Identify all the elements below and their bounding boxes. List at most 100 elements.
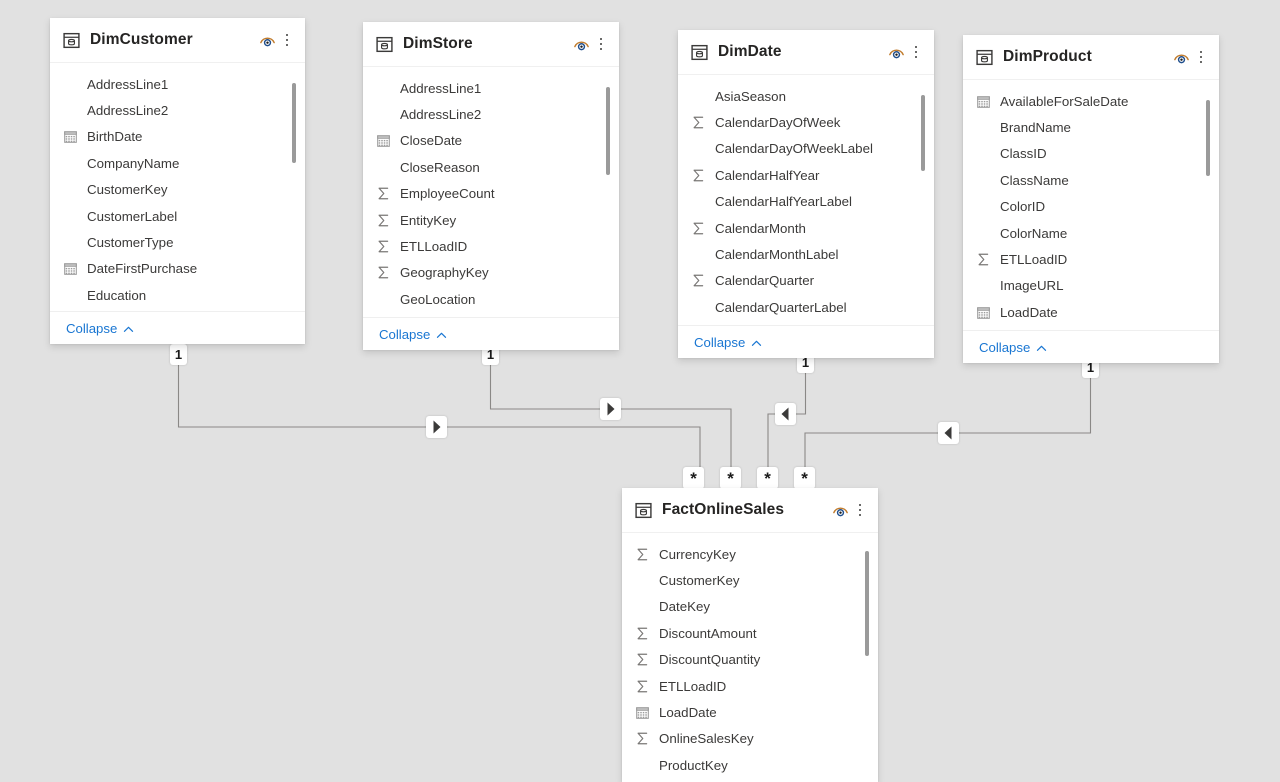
field-row[interactable]: EntityKey xyxy=(363,207,619,233)
field-list[interactable]: AsiaSeason CalendarDayOfWeek CalendarDayO… xyxy=(678,75,934,325)
table-card-header[interactable]: DimDate xyxy=(678,30,934,75)
field-row[interactable]: CalendarHalfYearLabel xyxy=(678,189,934,215)
field-row[interactable]: CustomerKey xyxy=(622,567,878,593)
field-list-scrollbar[interactable] xyxy=(921,95,925,171)
table-card-factonlinesales[interactable]: FactOnlineSales CurrencyKey CustomerKey Da… xyxy=(622,488,878,782)
table-card-header[interactable]: FactOnlineSales xyxy=(622,488,878,533)
field-row[interactable]: DateFirstPurchase xyxy=(50,256,305,282)
more-options-icon[interactable] xyxy=(852,501,868,520)
field-row[interactable]: OnlineSalesKey xyxy=(622,726,878,752)
cardinality-many-badge: * xyxy=(683,467,704,489)
field-list-scrollbar[interactable] xyxy=(292,83,296,163)
field-row[interactable]: GeoLocation xyxy=(363,286,619,312)
field-row[interactable]: AddressLine2 xyxy=(363,101,619,127)
field-row[interactable]: LoadDate xyxy=(963,299,1219,325)
field-row[interactable]: ClassID xyxy=(963,141,1219,167)
field-row[interactable]: DiscountQuantity xyxy=(622,647,878,673)
table-card-header[interactable]: DimProduct xyxy=(963,35,1219,80)
table-card-header[interactable]: DimStore xyxy=(363,22,619,67)
field-row[interactable]: CalendarDayOfWeekLabel xyxy=(678,136,934,162)
field-row[interactable]: ColorID xyxy=(963,194,1219,220)
field-row[interactable]: ImageURL xyxy=(963,273,1219,299)
model-view-canvas[interactable]: 1 * 1 * 1 * 1 * DimCustomer AddressLine1 Address… xyxy=(0,0,1280,782)
collapse-button[interactable]: Collapse xyxy=(979,340,1047,355)
table-card-dimproduct[interactable]: DimProduct AvailableForSaleDate BrandName… xyxy=(963,35,1219,363)
more-options-icon[interactable] xyxy=(908,43,924,62)
field-row[interactable]: CustomerLabel xyxy=(50,203,305,229)
field-row[interactable]: AvailableForSaleDate xyxy=(963,88,1219,114)
field-name: CustomerType xyxy=(87,235,174,251)
field-list-scrollbar[interactable] xyxy=(865,551,869,656)
collapse-button[interactable]: Collapse xyxy=(694,335,762,350)
table-card-dimcustomer[interactable]: DimCustomer AddressLine1 AddressLine2 Bir… xyxy=(50,18,305,344)
field-row[interactable]: ProductKey xyxy=(622,752,878,778)
no-icon xyxy=(375,80,392,97)
field-row[interactable]: GeographyKey xyxy=(363,260,619,286)
field-row[interactable]: BirthDate xyxy=(50,124,305,150)
more-options-icon[interactable] xyxy=(593,35,609,54)
field-row[interactable]: CurrencyKey xyxy=(622,541,878,567)
field-list[interactable]: AddressLine1 AddressLine2 BirthDate Compan… xyxy=(50,63,305,311)
collapse-button[interactable]: Collapse xyxy=(66,321,134,336)
field-row[interactable]: Education xyxy=(50,282,305,308)
sigma-icon xyxy=(690,220,707,237)
sigma-icon xyxy=(375,238,392,255)
field-row[interactable]: LoadDate xyxy=(622,699,878,725)
field-row[interactable]: DateKey xyxy=(622,594,878,620)
field-row[interactable]: ETLLoadID xyxy=(363,233,619,259)
field-row[interactable]: AddressLine1 xyxy=(363,75,619,101)
field-row[interactable]: ColorName xyxy=(963,220,1219,246)
field-list[interactable]: AvailableForSaleDate BrandName ClassID Clas… xyxy=(963,80,1219,330)
sigma-icon xyxy=(975,251,992,268)
field-row[interactable]: CalendarHalfYear xyxy=(678,162,934,188)
field-row[interactable]: CalendarQuarterLabel xyxy=(678,294,934,320)
table-card-dimdate[interactable]: DimDate AsiaSeason CalendarDayOfWeek Cale… xyxy=(678,30,934,358)
field-name: CalendarHalfYear xyxy=(715,167,820,183)
field-row[interactable]: EmployeeCount xyxy=(363,181,619,207)
field-list[interactable]: CurrencyKey CustomerKey DateKey DiscountAm… xyxy=(622,533,878,782)
more-options-icon[interactable] xyxy=(1193,48,1209,67)
field-list-scrollbar[interactable] xyxy=(606,87,610,175)
field-list[interactable]: AddressLine1 AddressLine2 CloseDate CloseR… xyxy=(363,67,619,317)
no-icon xyxy=(690,193,707,210)
field-row[interactable]: CalendarMonth xyxy=(678,215,934,241)
field-row[interactable]: AsiaSeason xyxy=(678,83,934,109)
table-card-footer: Collapse xyxy=(963,330,1219,363)
field-row[interactable]: ETLLoadID xyxy=(963,246,1219,272)
eye-icon[interactable] xyxy=(572,35,591,54)
collapse-button[interactable]: Collapse xyxy=(379,327,447,342)
more-options-icon[interactable] xyxy=(279,31,295,50)
table-card-dimstore[interactable]: DimStore AddressLine1 AddressLine2 CloseD… xyxy=(363,22,619,350)
table-name: DimProduct xyxy=(1003,48,1092,65)
table-card-header[interactable]: DimCustomer xyxy=(50,18,305,63)
cross-filter-direction-arrow-left xyxy=(938,422,959,444)
field-row[interactable]: CalendarMonthLabel xyxy=(678,241,934,267)
field-row[interactable]: AddressLine2 xyxy=(50,97,305,123)
field-row[interactable]: ETLLoadID xyxy=(622,673,878,699)
field-list-scrollbar[interactable] xyxy=(1206,100,1210,176)
calendar-icon xyxy=(975,93,992,110)
eye-icon[interactable] xyxy=(887,43,906,62)
field-row[interactable]: CloseDate xyxy=(363,128,619,154)
field-row[interactable]: AddressLine1 xyxy=(50,71,305,97)
field-row[interactable]: CalendarQuarter xyxy=(678,268,934,294)
field-name: CurrencyKey xyxy=(659,546,736,562)
field-row[interactable]: ClassName xyxy=(963,167,1219,193)
field-row[interactable]: CompanyName xyxy=(50,150,305,176)
sigma-icon xyxy=(690,167,707,184)
field-row[interactable]: DiscountAmount xyxy=(622,620,878,646)
field-name: CustomerKey xyxy=(87,182,168,198)
field-row[interactable]: BrandName xyxy=(963,114,1219,140)
field-row[interactable]: CustomerType xyxy=(50,229,305,255)
field-name: AddressLine1 xyxy=(87,76,169,92)
field-name: DateFirstPurchase xyxy=(87,261,198,277)
no-icon xyxy=(62,287,79,304)
eye-icon[interactable] xyxy=(258,31,277,50)
field-row[interactable]: CloseReason xyxy=(363,154,619,180)
cardinality-one-badge: 1 xyxy=(170,344,187,365)
field-row[interactable]: CalendarDayOfWeek xyxy=(678,109,934,135)
no-icon xyxy=(62,155,79,172)
eye-icon[interactable] xyxy=(1172,48,1191,67)
field-row[interactable]: CustomerKey xyxy=(50,177,305,203)
eye-icon[interactable] xyxy=(831,501,850,520)
